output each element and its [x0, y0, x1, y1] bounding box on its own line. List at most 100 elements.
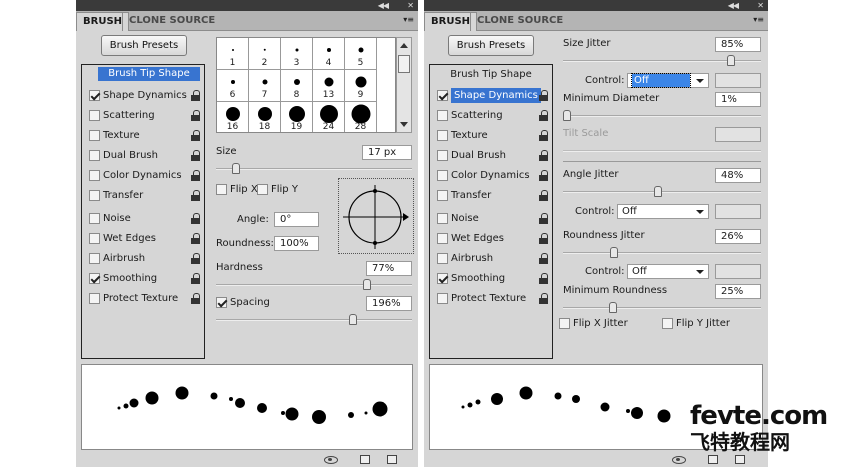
- brush-tip-grid[interactable]: 1 2 3 4 5 6 7 8 13 9 16 18 19 24 28: [216, 37, 396, 133]
- option-checkbox[interactable]: [89, 213, 100, 224]
- lock-icon[interactable]: [191, 190, 200, 201]
- option-brush-tip-shape[interactable]: Brush Tip Shape: [82, 65, 204, 84]
- option-checkbox[interactable]: [89, 150, 100, 161]
- option-smoothing[interactable]: Smoothing: [82, 269, 204, 288]
- min-diameter-slider-knob[interactable]: [562, 110, 571, 121]
- flip-x-jitter-checkbox[interactable]: [559, 318, 570, 329]
- lock-icon[interactable]: [539, 90, 548, 101]
- lock-icon[interactable]: [539, 190, 548, 201]
- lock-icon[interactable]: [191, 273, 200, 284]
- flip-x-checkbox[interactable]: [216, 184, 227, 195]
- roundness-jitter-field[interactable]: 26%: [715, 229, 761, 244]
- option-noise[interactable]: Noise: [82, 209, 204, 228]
- collapse-icon[interactable]: ◀◀: [728, 0, 739, 11]
- option-airbrush[interactable]: Airbrush: [430, 249, 552, 268]
- flip-y-checkbox[interactable]: [257, 184, 268, 195]
- brush-tip-cell[interactable]: 3: [281, 38, 313, 70]
- size-field[interactable]: 17 px: [362, 145, 412, 160]
- option-checkbox[interactable]: [437, 253, 448, 264]
- option-checkbox[interactable]: [89, 170, 100, 181]
- option-smoothing[interactable]: Smoothing: [430, 269, 552, 288]
- spacing-slider-knob[interactable]: [349, 314, 358, 325]
- panel-menu-icon[interactable]: ▾≡: [753, 15, 764, 24]
- min-diameter-field[interactable]: 1%: [715, 92, 761, 107]
- toggle-live-preview-icon[interactable]: [672, 455, 686, 464]
- roundness-field[interactable]: 100%: [274, 236, 319, 251]
- option-protect-texture[interactable]: Protect Texture: [430, 289, 552, 308]
- size-slider[interactable]: [216, 163, 412, 175]
- new-preset-icon[interactable]: [735, 455, 745, 464]
- tab-clone-source[interactable]: CLONE SOURCE: [122, 12, 221, 31]
- control-select-1[interactable]: Off: [627, 73, 709, 88]
- lock-icon[interactable]: [539, 213, 548, 224]
- brush-tip-cell[interactable]: 7: [249, 70, 281, 102]
- min-roundness-slider-knob[interactable]: [608, 302, 617, 313]
- roundness-jitter-slider-knob[interactable]: [610, 247, 619, 258]
- option-checkbox[interactable]: [437, 130, 448, 141]
- option-dual-brush[interactable]: Dual Brush: [430, 146, 552, 165]
- option-checkbox[interactable]: [437, 213, 448, 224]
- option-checkbox[interactable]: [437, 150, 448, 161]
- lock-icon[interactable]: [191, 293, 200, 304]
- tab-clone-source[interactable]: CLONE SOURCE: [470, 12, 569, 31]
- option-checkbox[interactable]: [89, 273, 100, 284]
- option-wet-edges[interactable]: Wet Edges: [82, 229, 204, 248]
- lock-icon[interactable]: [539, 170, 548, 181]
- control-select-2[interactable]: Off: [617, 204, 709, 219]
- hardness-slider-knob[interactable]: [362, 279, 371, 290]
- size-jitter-field[interactable]: 85%: [715, 37, 761, 52]
- option-scattering[interactable]: Scattering: [82, 106, 204, 125]
- option-checkbox[interactable]: [437, 110, 448, 121]
- option-checkbox[interactable]: [437, 233, 448, 244]
- brush-presets-button[interactable]: Brush Presets: [448, 35, 534, 56]
- scroll-down-icon[interactable]: [400, 122, 408, 127]
- scroll-thumb[interactable]: [398, 55, 410, 73]
- lock-icon[interactable]: [539, 150, 548, 161]
- lock-icon[interactable]: [539, 233, 548, 244]
- spacing-field[interactable]: 196%: [366, 296, 412, 311]
- option-checkbox[interactable]: [437, 90, 448, 101]
- option-shape-dynamics[interactable]: Shape Dynamics: [430, 86, 552, 105]
- size-jitter-slider-knob[interactable]: [727, 55, 736, 66]
- control-select-3[interactable]: Off: [627, 264, 709, 279]
- close-icon[interactable]: ✕: [407, 0, 414, 11]
- brush-tip-cell[interactable]: 16: [217, 102, 249, 132]
- flip-y-jitter-checkbox[interactable]: [662, 318, 673, 329]
- option-color-dynamics[interactable]: Color Dynamics: [430, 166, 552, 185]
- brush-tip-cell[interactable]: 5: [345, 38, 377, 70]
- option-checkbox[interactable]: [89, 190, 100, 201]
- brush-tip-cell[interactable]: 4: [313, 38, 345, 70]
- lock-icon[interactable]: [539, 130, 548, 141]
- lock-icon[interactable]: [191, 130, 200, 141]
- spacing-slider[interactable]: [216, 314, 412, 326]
- angle-roundness-widget[interactable]: [338, 178, 414, 254]
- brush-presets-button[interactable]: Brush Presets: [101, 35, 187, 56]
- toggle-live-preview-icon[interactable]: [324, 455, 338, 464]
- angle-jitter-slider[interactable]: [563, 186, 761, 198]
- option-checkbox[interactable]: [89, 130, 100, 141]
- option-checkbox[interactable]: [89, 110, 100, 121]
- size-jitter-slider[interactable]: [563, 55, 761, 67]
- option-shape-dynamics[interactable]: Shape Dynamics: [82, 86, 204, 105]
- brush-tip-cell[interactable]: 8: [281, 70, 313, 102]
- option-airbrush[interactable]: Airbrush: [82, 249, 204, 268]
- option-checkbox[interactable]: [437, 273, 448, 284]
- angle-crosshair-icon[interactable]: [339, 179, 415, 255]
- option-protect-texture[interactable]: Protect Texture: [82, 289, 204, 308]
- brush-tip-cell[interactable]: 19: [281, 102, 313, 132]
- roundness-jitter-slider[interactable]: [563, 247, 761, 259]
- brush-tip-cell[interactable]: 6: [217, 70, 249, 102]
- brush-tip-cell[interactable]: 1: [217, 38, 249, 70]
- scroll-up-icon[interactable]: [400, 43, 408, 48]
- option-noise[interactable]: Noise: [430, 209, 552, 228]
- hardness-slider[interactable]: [216, 279, 412, 291]
- brush-grid-icon[interactable]: [360, 455, 370, 464]
- option-transfer[interactable]: Transfer: [82, 186, 204, 205]
- lock-icon[interactable]: [191, 110, 200, 121]
- option-checkbox[interactable]: [437, 190, 448, 201]
- brush-grid-icon[interactable]: [708, 455, 718, 464]
- lock-icon[interactable]: [191, 233, 200, 244]
- lock-icon[interactable]: [191, 90, 200, 101]
- brush-grid-scrollbar[interactable]: [396, 37, 412, 133]
- option-texture[interactable]: Texture: [430, 126, 552, 145]
